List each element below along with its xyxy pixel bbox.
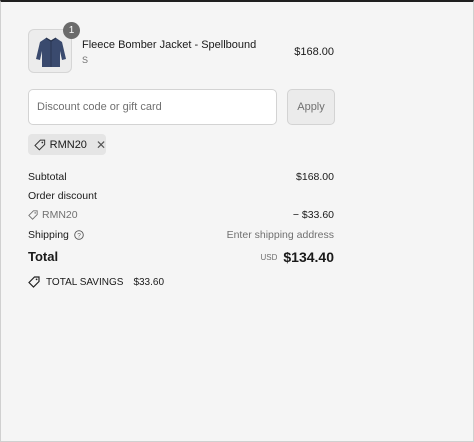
subtotal-row: Subtotal $168.00 — [28, 171, 334, 183]
discount-value: − $33.60 — [292, 209, 334, 221]
shipping-value: Enter shipping address — [226, 229, 334, 241]
discount-code-input[interactable] — [28, 89, 277, 125]
subtotal-label: Subtotal — [28, 171, 67, 183]
tag-icon — [34, 139, 46, 151]
tag-icon — [28, 210, 38, 220]
apply-button[interactable]: Apply — [287, 89, 335, 125]
currency-code: USD — [260, 253, 278, 262]
remove-discount-icon[interactable]: ✕ — [96, 138, 106, 152]
svg-text:?: ? — [77, 232, 81, 239]
quantity-badge: 1 — [63, 22, 80, 39]
cart-line-item: 1 Fleece Bomber Jacket - Spellbound S $1… — [28, 22, 334, 75]
order-discount-label: Order discount — [28, 190, 97, 202]
tag-icon — [28, 276, 40, 288]
subtotal-value: $168.00 — [296, 171, 334, 183]
discount-code-label: RMN20 — [42, 209, 78, 221]
jacket-image — [36, 37, 66, 67]
product-thumbnail: 1 — [28, 22, 80, 73]
discount-code-row: RMN20 − $33.60 — [28, 209, 334, 223]
help-icon[interactable]: ? — [74, 230, 84, 240]
product-price: $168.00 — [294, 46, 334, 58]
shipping-row: Shipping ? Enter shipping address — [28, 229, 334, 241]
order-discount-row: Order discount — [28, 190, 334, 202]
total-savings: TOTAL SAVINGS $33.60 — [28, 276, 164, 288]
shipping-label: Shipping — [28, 229, 69, 241]
applied-discount-tag: RMN20 ✕ — [28, 134, 106, 155]
total-row: Total USD $134.40 — [28, 249, 334, 265]
total-label: Total — [28, 249, 59, 264]
total-value: $134.40 — [283, 249, 334, 265]
product-name: Fleece Bomber Jacket - Spellbound — [82, 39, 257, 51]
savings-label: TOTAL SAVINGS — [46, 276, 124, 288]
product-variant: S — [82, 55, 89, 65]
savings-value: $33.60 — [133, 276, 165, 288]
applied-discount-code: RMN20 — [49, 138, 87, 151]
